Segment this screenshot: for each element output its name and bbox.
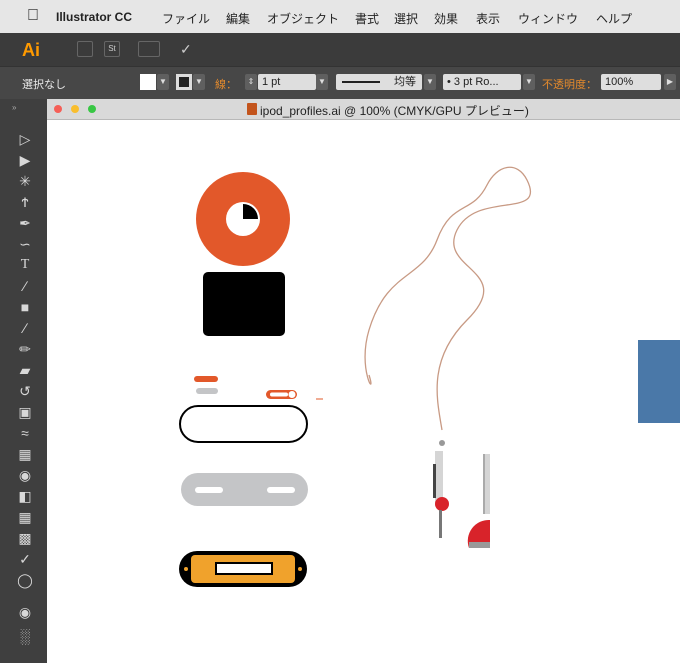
- menu-app-name[interactable]: Illustrator CC: [56, 10, 132, 24]
- menu-file[interactable]: ファイル: [162, 10, 210, 27]
- stock-icon[interactable]: St: [104, 41, 120, 57]
- bridge-icon[interactable]: [77, 41, 93, 57]
- curvature-tool-icon[interactable]: ∽: [15, 234, 35, 254]
- scale-tool-icon[interactable]: ▣: [15, 402, 35, 422]
- rotate-tool-icon[interactable]: ↺: [15, 381, 35, 401]
- brush-label: 3 pt Ro...: [453, 76, 499, 88]
- stroke-weight-dropdown-icon[interactable]: ▼: [316, 74, 328, 90]
- direct-selection-tool-icon[interactable]: ▶: [15, 150, 35, 170]
- connector-dot-right: [298, 567, 302, 571]
- selection-tool-icon[interactable]: ▷: [15, 129, 35, 149]
- panel-collapse-icon[interactable]: »: [12, 103, 16, 112]
- connector-dot-left: [184, 567, 188, 571]
- gpu-performance-icon[interactable]: ✓: [180, 41, 192, 58]
- fill-swatch[interactable]: [140, 74, 156, 90]
- menu-effect[interactable]: 効果: [434, 10, 458, 27]
- earbud-stem-shape: [435, 451, 443, 503]
- menu-type[interactable]: 書式: [355, 10, 379, 27]
- tools-panel: » ▷ ▶ ✳ Ϯ ✒ ∽ T ∕ ■ ∕ ✏ ▰ ↺ ▣ ≈ ▦ ◉ ◧ ▦ …: [0, 99, 48, 663]
- eraser-tool-icon[interactable]: ▰: [15, 360, 35, 380]
- illustrator-logo: Ai: [22, 40, 40, 60]
- menu-edit[interactable]: 編集: [226, 10, 250, 27]
- pen-tool-icon[interactable]: ✒: [15, 213, 35, 233]
- orange-pill-shape: [194, 376, 218, 382]
- ai-document-icon: [247, 103, 257, 115]
- fill-dropdown-icon[interactable]: ▼: [157, 74, 169, 90]
- zoom-window-icon[interactable]: [88, 105, 96, 113]
- artwork: [179, 166, 680, 587]
- earbud-red-dot: [435, 497, 449, 511]
- gradient-tool-icon[interactable]: ▩: [15, 528, 35, 548]
- opacity-field[interactable]: 100%: [601, 74, 661, 90]
- opacity-label[interactable]: 不透明度：: [542, 76, 597, 92]
- profile-line-icon: [342, 81, 380, 83]
- column-graph-tool-icon[interactable]: ░: [15, 626, 35, 646]
- stroke-label[interactable]: 線：: [215, 76, 237, 92]
- mesh-tool-icon[interactable]: ▦: [15, 507, 35, 527]
- gray-pill-shape: [196, 388, 218, 394]
- stroke-weight-field[interactable]: 1 pt: [258, 74, 316, 90]
- control-bar: 選択なし ▼ ▼ 線： ⇕ 1 pt ▼ 均等 ▼ • 3 pt Ro... ▼…: [0, 66, 680, 100]
- gray-bar-slot-left: [195, 487, 223, 493]
- profile-dropdown-icon[interactable]: ▼: [424, 74, 436, 90]
- apple-menu-icon[interactable]: : [27, 7, 39, 25]
- document-title: ipod_profiles.ai @ 100% (CMYK/GPU プレビュー): [260, 104, 529, 118]
- menu-view[interactable]: 表示: [476, 10, 500, 27]
- arrange-documents-icon[interactable]: [138, 41, 160, 57]
- connector-port-shape: [215, 562, 273, 575]
- magic-wand-tool-icon[interactable]: ✳: [15, 171, 35, 191]
- menu-window[interactable]: ウィンドウ: [518, 10, 578, 27]
- toggle-knob-shape: [288, 391, 296, 398]
- screen-shape: [203, 272, 285, 336]
- menu-help[interactable]: ヘルプ: [596, 10, 632, 27]
- menu-bar:  Illustrator CC ファイル 編集 オブジェクト 書式 選択 効果…: [0, 0, 680, 34]
- gray-bar-slot-right: [267, 487, 295, 493]
- eyedropper-tool-icon[interactable]: ✓: [15, 549, 35, 569]
- brush-dot-icon: •: [447, 76, 454, 88]
- outline-pill-shape: [179, 405, 308, 443]
- profile-label: 均等: [394, 76, 416, 88]
- menu-object[interactable]: オブジェクト: [267, 10, 339, 27]
- shape-builder-tool-icon[interactable]: ◉: [15, 465, 35, 485]
- earbud-right-edge: [483, 454, 485, 514]
- earbud-plug-shape: [439, 510, 442, 538]
- selection-status: 選択なし: [22, 79, 66, 91]
- menu-select[interactable]: 選択: [394, 10, 418, 27]
- rectangle-tool-icon[interactable]: ■: [15, 297, 35, 317]
- application-bar: Ai St ✓: [0, 33, 680, 66]
- stroke-swatch[interactable]: [176, 74, 192, 90]
- lasso-tool-icon[interactable]: Ϯ: [15, 192, 35, 212]
- document-tab[interactable]: ipod_profiles.ai @ 100% (CMYK/GPU プレビュー): [47, 99, 680, 120]
- variable-width-profile[interactable]: 均等: [336, 74, 422, 90]
- earbud-tip-shape: [439, 440, 445, 446]
- blend-tool-icon[interactable]: ◯: [15, 570, 35, 590]
- stroke-stepper-icon[interactable]: ⇕: [245, 74, 257, 90]
- type-tool-icon[interactable]: T: [15, 255, 35, 275]
- earbud-right-base: [469, 542, 490, 548]
- paintbrush-tool-icon[interactable]: ∕: [15, 318, 35, 338]
- close-window-icon[interactable]: [54, 105, 62, 113]
- earbud-cable-path: [364, 166, 531, 431]
- brush-dropdown-icon[interactable]: ▼: [523, 74, 535, 90]
- opacity-arrow-icon[interactable]: ▶: [664, 74, 676, 90]
- toggle-slot-shape: [270, 392, 288, 397]
- earbud-stem-edge: [433, 464, 436, 498]
- stroke-dropdown-icon[interactable]: ▼: [193, 74, 205, 90]
- perspective-grid-tool-icon[interactable]: ◧: [15, 486, 35, 506]
- minimize-window-icon[interactable]: [71, 105, 79, 113]
- artboard-canvas[interactable]: [47, 120, 680, 663]
- symbol-sprayer-tool-icon[interactable]: ◉: [15, 602, 35, 622]
- line-tool-icon[interactable]: ∕: [15, 276, 35, 296]
- free-transform-tool-icon[interactable]: ▦: [15, 444, 35, 464]
- brush-definition[interactable]: • 3 pt Ro...: [443, 74, 521, 90]
- width-tool-icon[interactable]: ≈: [15, 423, 35, 443]
- pencil-tool-icon[interactable]: ✏: [15, 339, 35, 359]
- blue-panel-shape: [638, 340, 680, 423]
